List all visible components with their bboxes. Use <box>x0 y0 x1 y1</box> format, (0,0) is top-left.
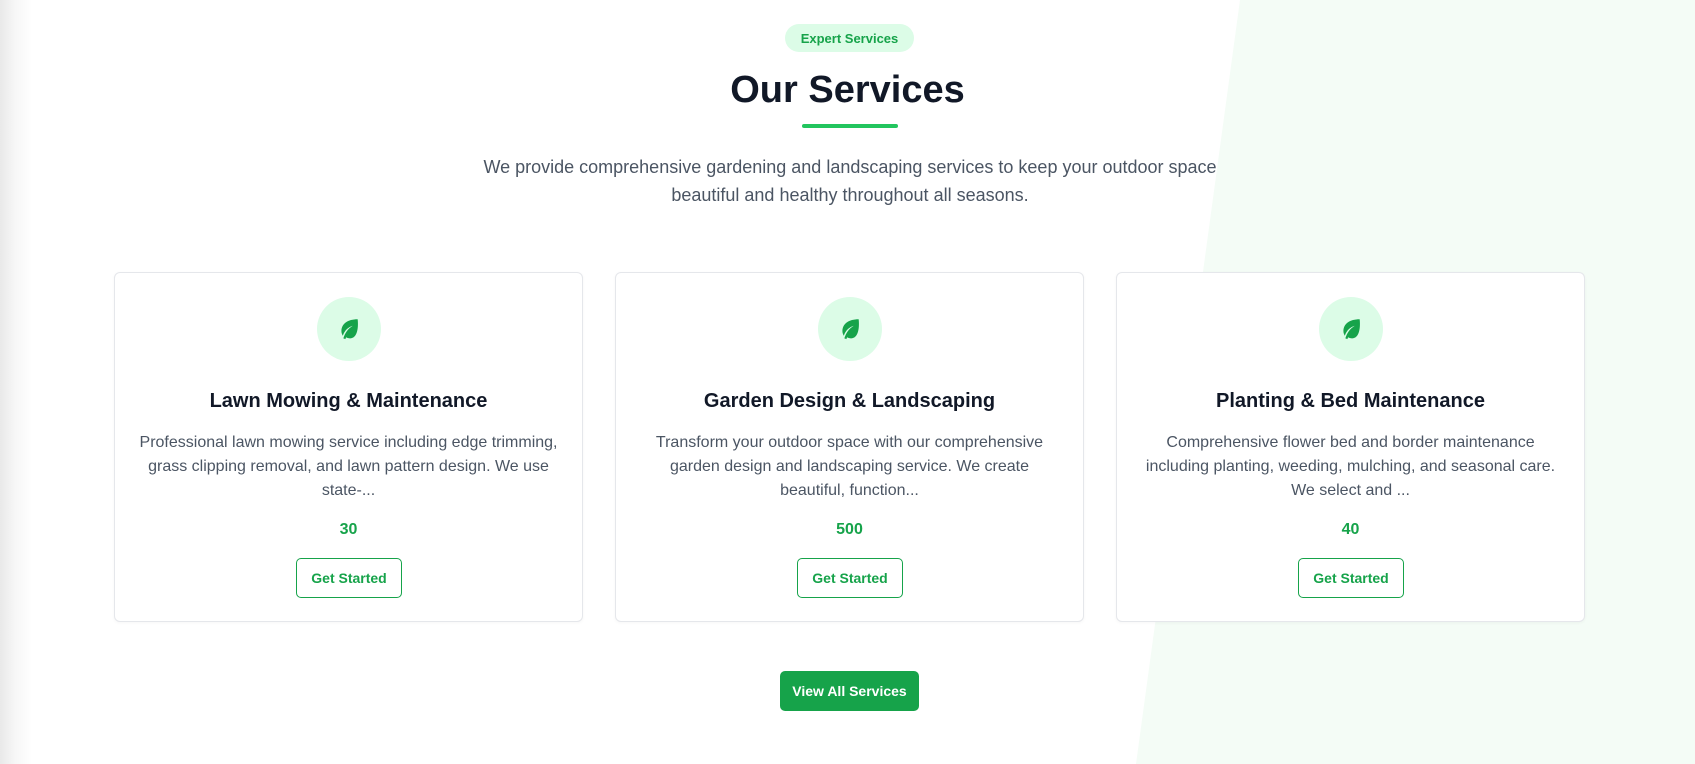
section-badge: Expert Services <box>785 24 914 52</box>
service-price: 30 <box>339 521 358 538</box>
service-price: 500 <box>836 521 863 538</box>
service-price: 40 <box>1341 521 1360 538</box>
service-description: Professional lawn mowing service includi… <box>139 434 558 499</box>
service-title: Lawn Mowing & Maintenance <box>209 390 488 412</box>
get-started-button[interactable]: Get Started <box>1298 558 1404 598</box>
services-section: Expert Services Our Services We provide … <box>0 0 1695 764</box>
title-underline <box>802 124 898 128</box>
leaf-icon <box>317 297 381 361</box>
service-card: Garden Design & Landscaping Transform yo… <box>615 272 1084 622</box>
leaf-icon <box>1319 297 1383 361</box>
section-title: Our Services <box>730 69 965 111</box>
service-description: Comprehensive flower bed and border main… <box>1145 434 1556 499</box>
service-description: Transform your outdoor space with our co… <box>655 434 1044 499</box>
section-subtitle: We provide comprehensive gardening and l… <box>483 157 1217 205</box>
leaf-icon <box>818 297 882 361</box>
service-card: Lawn Mowing & Maintenance Professional l… <box>114 272 583 622</box>
get-started-button[interactable]: Get Started <box>296 558 402 598</box>
service-title: Garden Design & Landscaping <box>703 390 996 412</box>
service-card: Planting & Bed Maintenance Comprehensive… <box>1116 272 1585 622</box>
get-started-button[interactable]: Get Started <box>797 558 903 598</box>
service-title: Planting & Bed Maintenance <box>1216 390 1485 412</box>
view-all-services-button[interactable]: View All Services <box>780 671 919 711</box>
